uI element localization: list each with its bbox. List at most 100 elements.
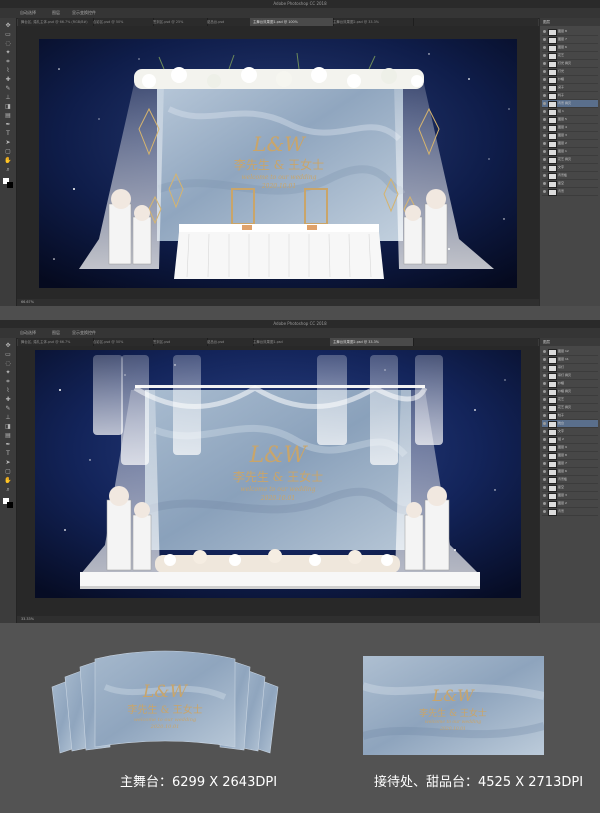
eye-icon[interactable]	[543, 190, 546, 193]
gradient-tool-icon[interactable]: ▤	[4, 432, 12, 439]
layer-row[interactable]: 图层 9	[542, 444, 598, 452]
doc-tab[interactable]: 合影区.psd @ 50%	[90, 18, 154, 26]
eye-icon[interactable]	[543, 414, 546, 417]
layer-row[interactable]: 图层 2	[542, 500, 598, 508]
pen-tool-icon[interactable]: ✒	[4, 441, 12, 448]
option-layer[interactable]: 图层	[52, 10, 60, 16]
doc-tab[interactable]: 主舞台效果图1.psd	[250, 338, 334, 346]
layer-row[interactable]: 星空	[542, 484, 598, 492]
layer-row[interactable]: 图层 2	[542, 140, 598, 148]
layer-row[interactable]: 花艺 拷贝	[542, 156, 598, 164]
layer-row[interactable]: 纱幔 拷贝	[542, 388, 598, 396]
doc-tab[interactable]: 签到区.psd	[150, 338, 208, 346]
type-tool-icon[interactable]: T	[4, 450, 12, 457]
eye-icon[interactable]	[543, 510, 546, 513]
magic-wand-icon[interactable]: ✦	[4, 369, 12, 376]
layer-row[interactable]: 图层 6	[542, 468, 598, 476]
eye-icon[interactable]	[543, 134, 546, 137]
brush-tool-icon[interactable]: ✎	[4, 405, 12, 412]
layer-row[interactable]: 吊灯	[542, 364, 598, 372]
layer-row[interactable]: 图层 3	[542, 132, 598, 140]
eyedropper-icon[interactable]: ⌇	[4, 387, 12, 394]
doc-tab[interactable]: 合影区.psd @ 50%	[90, 338, 154, 346]
eye-icon[interactable]	[543, 390, 546, 393]
healing-tool-icon[interactable]: ✚	[4, 396, 12, 403]
eraser-tool-icon[interactable]: ◨	[4, 103, 12, 110]
doc-tab[interactable]: 主舞台效果图2.psd @ 33.3%	[330, 18, 414, 26]
move-tool-icon[interactable]: ✥	[4, 342, 12, 349]
eye-icon[interactable]	[543, 62, 546, 65]
shape-tool-icon[interactable]: ▢	[4, 148, 12, 155]
eye-icon[interactable]	[543, 118, 546, 121]
eye-icon[interactable]	[543, 494, 546, 497]
zoom-tool-icon[interactable]: ⌕	[4, 166, 12, 173]
eye-icon[interactable]	[543, 166, 546, 169]
option-auto-select[interactable]: 自动选择	[20, 10, 36, 16]
shape-tool-icon[interactable]: ▢	[4, 468, 12, 475]
layer-row[interactable]: 图层 12	[542, 348, 598, 356]
layer-row[interactable]: 图层 7	[542, 36, 598, 44]
eye-icon[interactable]	[543, 158, 546, 161]
layer-row[interactable]: 吊灯 拷贝	[542, 372, 598, 380]
doc-tab-active[interactable]: 主舞台效果图1.psd @ 100%	[250, 18, 334, 26]
eye-icon[interactable]	[543, 38, 546, 41]
layer-row[interactable]: 图层 5	[542, 116, 598, 124]
eye-icon[interactable]	[543, 94, 546, 97]
healing-tool-icon[interactable]: ✚	[4, 76, 12, 83]
layer-row[interactable]: 背景 拷贝	[542, 100, 598, 108]
layer-row[interactable]: 文字	[542, 164, 598, 172]
layer-row[interactable]: 舞台	[542, 420, 598, 428]
stamp-tool-icon[interactable]: ⊥	[4, 414, 12, 421]
eye-icon[interactable]	[543, 78, 546, 81]
layer-row[interactable]: 组 1	[542, 108, 598, 116]
eye-icon[interactable]	[543, 486, 546, 489]
layer-row[interactable]: 柱子	[542, 412, 598, 420]
magic-wand-icon[interactable]: ✦	[4, 49, 12, 56]
type-tool-icon[interactable]: T	[4, 130, 12, 137]
eye-icon[interactable]	[543, 438, 546, 441]
eye-icon[interactable]	[543, 478, 546, 481]
layer-row[interactable]: 星空	[542, 180, 598, 188]
eye-icon[interactable]	[543, 86, 546, 89]
eye-icon[interactable]	[543, 102, 546, 105]
layer-row[interactable]: 椅子	[542, 92, 598, 100]
marquee-tool-icon[interactable]: ▭	[4, 31, 12, 38]
eye-icon[interactable]	[543, 30, 546, 33]
eye-icon[interactable]	[543, 174, 546, 177]
eye-icon[interactable]	[543, 454, 546, 457]
layer-row[interactable]: 图层 7	[542, 460, 598, 468]
layer-row[interactable]: 图层 11	[542, 356, 598, 364]
eye-icon[interactable]	[543, 182, 546, 185]
eye-icon[interactable]	[543, 54, 546, 57]
layer-row[interactable]: 背景板	[542, 172, 598, 180]
background-color-swatch[interactable]	[7, 502, 13, 508]
eye-icon[interactable]	[543, 70, 546, 73]
eye-icon[interactable]	[543, 502, 546, 505]
eraser-tool-icon[interactable]: ◨	[4, 423, 12, 430]
layer-row[interactable]: 文字	[542, 428, 598, 436]
move-tool-icon[interactable]: ✥	[4, 22, 12, 29]
option-layer[interactable]: 图层	[52, 330, 60, 336]
layer-row[interactable]: 花艺	[542, 52, 598, 60]
stamp-tool-icon[interactable]: ⊥	[4, 94, 12, 101]
option-transform[interactable]: 显示变换控件	[72, 10, 96, 16]
eye-icon[interactable]	[543, 350, 546, 353]
zoom-level[interactable]: 33.33%	[21, 616, 34, 623]
layer-row[interactable]: 组 2	[542, 436, 598, 444]
option-transform[interactable]: 显示变换控件	[72, 330, 96, 336]
background-color-swatch[interactable]	[7, 182, 13, 188]
layer-row[interactable]: 灯光 拷贝	[542, 60, 598, 68]
doc-tab[interactable]: 签到区.psd @ 25%	[150, 18, 208, 26]
crop-tool-icon[interactable]: ⌗	[4, 58, 12, 65]
lasso-tool-icon[interactable]: ◌	[4, 40, 12, 47]
eye-icon[interactable]	[543, 406, 546, 409]
layer-row[interactable]: 桌子	[542, 84, 598, 92]
layer-row[interactable]: 灯光	[542, 68, 598, 76]
eye-icon[interactable]	[543, 446, 546, 449]
layer-row[interactable]: 花艺 拷贝	[542, 404, 598, 412]
layer-row[interactable]: 纱幔	[542, 76, 598, 84]
eye-icon[interactable]	[543, 382, 546, 385]
zoom-level[interactable]: 66.67%	[21, 299, 34, 306]
layer-row[interactable]: 背景	[542, 188, 598, 196]
pen-tool-icon[interactable]: ✒	[4, 121, 12, 128]
